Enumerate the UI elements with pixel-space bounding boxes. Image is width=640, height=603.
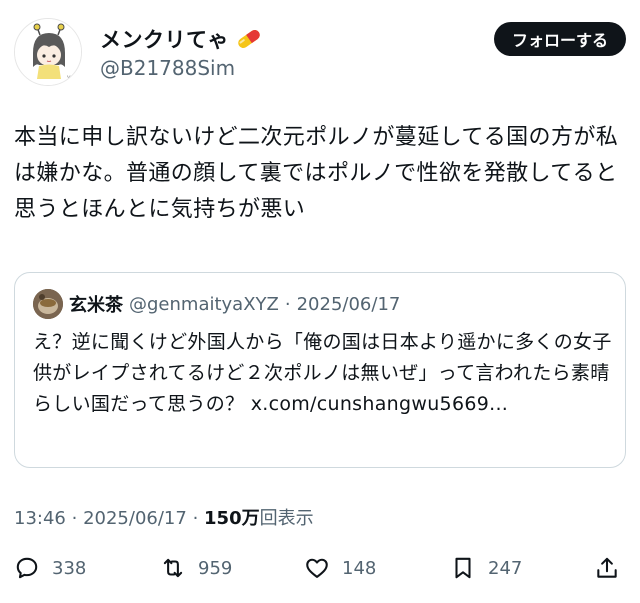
tweet-meta: 13:46 · 2025/06/17 · 150万回表示 [14,504,314,530]
tweet-header: y メンクリてゃ @B21788Sim フォローする [14,18,626,90]
heart-icon [306,558,328,578]
author-handle[interactable]: @B21788Sim [100,56,235,80]
reply-icon [16,557,38,579]
quoted-author-avatar[interactable] [33,289,63,319]
quoted-tweet[interactable]: 玄米茶 @genmaityaXYZ · 2025/06/17 え？逆に聞くけど外… [14,272,626,468]
repost-count: 959 [198,557,233,579]
quoted-author-handle[interactable]: @genmaityaXYZ [129,294,279,315]
bookmark-button[interactable]: 247 [450,550,522,586]
author-avatar[interactable]: y [14,18,82,86]
author-display-name[interactable]: メンクリてゃ [100,24,229,54]
repost-icon [163,558,183,578]
quoted-date[interactable]: 2025/06/17 [297,294,401,315]
pill-icon [238,29,260,49]
like-count: 148 [342,557,377,579]
share-button[interactable] [594,550,620,586]
bookmark-icon [455,557,471,579]
reply-button[interactable]: 338 [14,550,86,586]
svg-text:y: y [67,74,71,81]
meta-separator-2: · [192,508,199,529]
meta-separator-1: · [71,508,78,529]
repost-button[interactable]: 959 [160,550,232,586]
tweet-actions: 338 959 148 247 [14,550,626,586]
quoted-tweet-text: え？逆に聞くけど外国人から「俺の国は日本より遥かに多くの女子供がレイプされてるけ… [33,331,612,415]
bookmark-count: 247 [488,557,523,579]
author-name-row[interactable]: メンクリてゃ [100,24,263,54]
share-icon [597,557,617,578]
tea-cup-avatar-icon [33,289,63,319]
tweet-text: 本当に申し訳ないけど二次元ポルノが蔓延してる国の方が私は嫌かな。普通の顔して裏で… [14,125,619,222]
bear-girl-avatar-icon: y [15,19,81,85]
tweet-time[interactable]: 13:46 [14,508,66,529]
tweet-date[interactable]: 2025/06/17 [83,508,187,529]
like-button[interactable]: 148 [304,550,376,586]
views-count: 150万 [204,508,260,529]
views-label: 回表示 [259,508,314,529]
quoted-tweet-header: 玄米茶 @genmaityaXYZ · 2025/06/17 [33,289,400,319]
follow-button[interactable]: フォローする [493,22,626,56]
quoted-author-name[interactable]: 玄米茶 [69,291,123,317]
quoted-separator: · [284,293,291,315]
reply-count: 338 [52,557,87,579]
